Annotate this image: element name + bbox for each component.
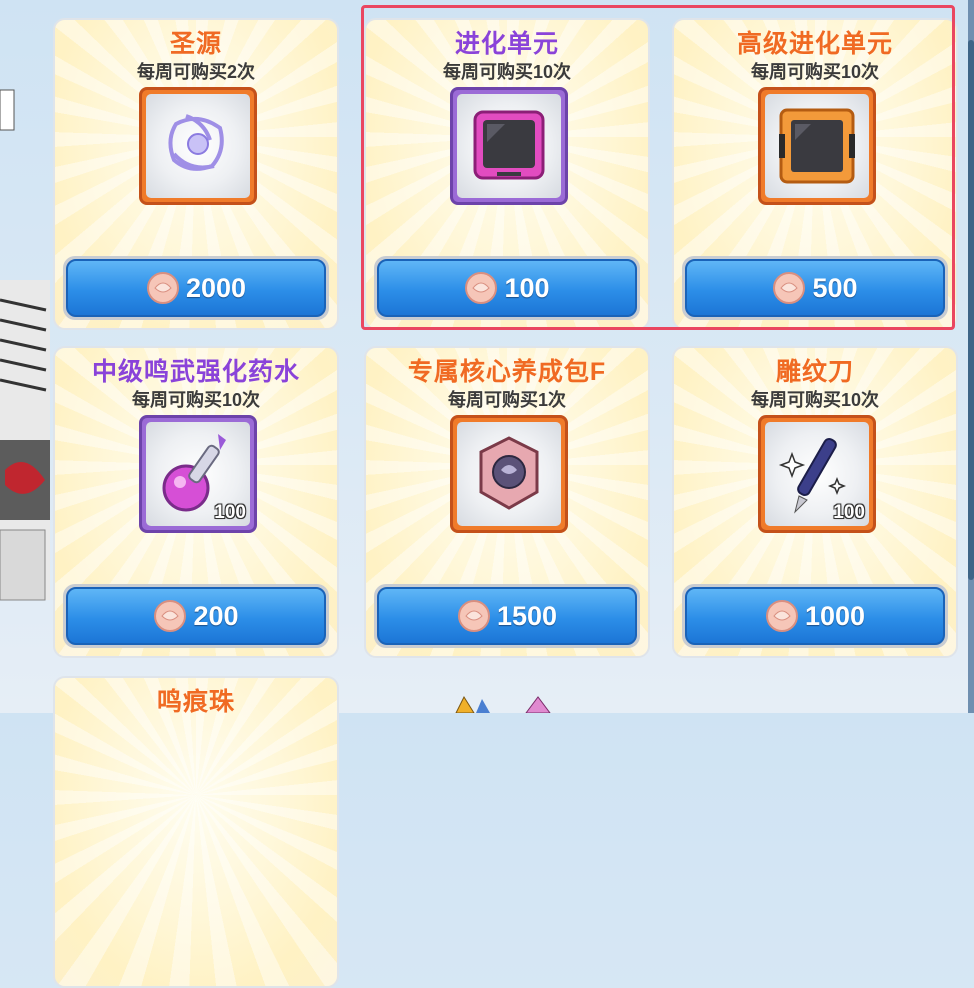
item-name: 雕纹刀 [775,358,854,386]
card-background-rays [55,678,337,986]
core-pack-icon [479,436,539,510]
purchase-limit: 每周可购买10次 [750,390,880,410]
shell-coin-icon [765,600,798,632]
price-label: 500 [812,272,858,303]
character-decoration [0,89,50,601]
buy-button[interactable]: 1500 [374,584,640,648]
shop-card-partial[interactable]: 鸣痕珠 [53,676,339,988]
item-name: 进化单元 [454,30,559,58]
evolution-unit-icon [473,110,545,180]
shell-coin-icon [457,600,490,632]
advanced-evolution-unit-icon [779,108,855,184]
price-label: 1000 [804,600,866,631]
item-frame[interactable] [450,415,568,533]
item-name: 圣源 [169,30,222,58]
item-name: 中级鸣武强化药水 [91,358,300,386]
item-name: 专属核心养成包F [407,358,607,386]
buy-button[interactable]: 100 [374,256,640,320]
purchase-limit: 每周可购买10次 [442,62,572,82]
shell-coin-icon [146,272,179,304]
shell-coin-icon [773,272,806,304]
purchase-limit: 每周可购买2次 [136,62,255,82]
bottom-decoration-icon [455,695,551,713]
price-label: 1500 [496,600,558,631]
scrollbar-thumb[interactable] [968,40,974,580]
price-label: 200 [193,600,239,631]
shell-coin-icon [154,600,187,632]
holy-source-icon [168,114,224,171]
purchase-limit: 每周可购买10次 [131,390,261,410]
buy-button[interactable]: 500 [682,256,948,320]
shop-card-core-pack[interactable]: 专属核心养成包F 每周可购买1次 1500 [364,346,650,658]
item-quantity: 100 [833,502,865,523]
item-frame[interactable] [139,87,257,205]
shop-card-advanced-evolution-unit[interactable]: 高级进化单元 每周可购买10次 500 [672,18,958,330]
purchase-limit: 每周可购买1次 [447,390,566,410]
item-quantity: 100 [214,502,246,523]
price-label: 100 [504,272,550,303]
shell-coin-icon [465,272,498,304]
buy-button[interactable]: 2000 [63,256,329,320]
shop-card-holy-source[interactable]: 圣源 每周可购买2次 2000 [53,18,339,330]
shop-card-potion[interactable]: 中级鸣武强化药水 每周可购买10次 100 200 [53,346,339,658]
shop-card-evolution-unit[interactable]: 进化单元 每周可购买10次 100 [364,18,650,330]
item-frame[interactable] [758,87,876,205]
purchase-limit: 每周可购买10次 [750,62,880,82]
shop-card-carving-knife[interactable]: 雕纹刀 每周可购买10次 100 1000 [672,346,958,658]
price-label: 2000 [185,272,247,303]
buy-button[interactable]: 200 [63,584,329,648]
item-frame[interactable] [450,87,568,205]
item-name: 高级进化单元 [736,30,893,58]
item-frame[interactable]: 100 [139,415,257,533]
buy-button[interactable]: 1000 [682,584,948,648]
item-frame[interactable]: 100 [758,415,876,533]
